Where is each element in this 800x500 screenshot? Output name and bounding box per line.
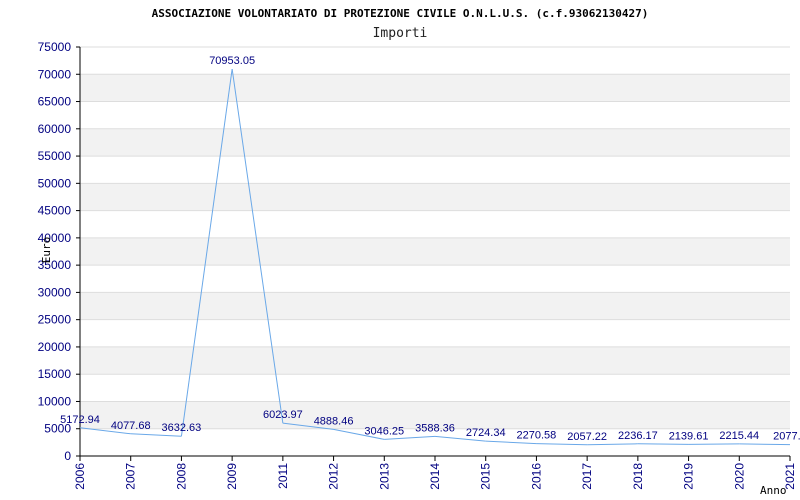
x-tick-label: 2007 <box>124 463 138 490</box>
x-tick-label: 2011 <box>276 463 290 489</box>
plot-band <box>80 346 790 375</box>
data-label: 2724.34 <box>466 427 506 439</box>
x-tick-label: 2018 <box>631 463 645 490</box>
y-tick-label: 50000 <box>38 176 72 190</box>
data-label: 2057.22 <box>567 431 607 443</box>
data-label: 2236.17 <box>618 430 658 442</box>
y-tick-label: 30000 <box>38 285 72 299</box>
line-chart: ASSOCIAZIONE VOLONTARIATO DI PROTEZIONE … <box>38 7 800 497</box>
x-tick-label: 2017 <box>580 463 594 490</box>
chart-subtitle: Importi <box>373 26 428 41</box>
y-tick-label: 0 <box>64 449 71 463</box>
chart-title: ASSOCIAZIONE VOLONTARIATO DI PROTEZIONE … <box>152 7 649 20</box>
x-tick-label: 2020 <box>732 463 746 490</box>
series-segment <box>739 443 791 446</box>
x-axis-ticks: 2006 2007 2008 2009 2011 2012 2013 2014 2015 2016… <box>73 456 797 490</box>
data-label: 5172.94 <box>60 414 100 426</box>
data-label: 2270.58 <box>517 430 557 442</box>
y-tick-label: 20000 <box>38 340 72 354</box>
series-segment <box>637 443 689 445</box>
series-segment <box>587 443 638 446</box>
plot-band <box>80 183 790 211</box>
plot-band <box>80 237 790 266</box>
data-label: 4077.68 <box>111 420 151 432</box>
y-tick-label: 15000 <box>38 367 72 381</box>
data-label: 3046.25 <box>364 425 404 437</box>
data-label: 3588.36 <box>415 422 455 434</box>
data-label: 3632.63 <box>162 422 202 434</box>
y-tick-label: 75000 <box>38 40 72 54</box>
data-label: 70953.05 <box>209 55 255 67</box>
y-tick-label: 10000 <box>38 394 72 408</box>
y-tick-label: 45000 <box>38 204 72 218</box>
plot-band <box>80 74 790 102</box>
y-tick-label: 65000 <box>38 95 72 109</box>
data-label: 4888.46 <box>314 415 354 427</box>
x-tick-label: 2019 <box>682 463 696 490</box>
x-tick-label: 2014 <box>428 463 442 490</box>
x-tick-label: 2012 <box>327 463 341 490</box>
x-tick-label: 2008 <box>174 463 188 490</box>
plot-band <box>80 292 790 320</box>
y-tick-label: 55000 <box>38 149 72 163</box>
x-tick-label: 2006 <box>73 463 87 490</box>
data-label: 2215.44 <box>719 430 759 442</box>
y-tick-label: 70000 <box>38 67 72 81</box>
data-label: 2139.61 <box>669 430 709 442</box>
x-tick-label: 2015 <box>479 463 493 490</box>
plot-background-bands <box>80 74 790 429</box>
x-tick-label: 2009 <box>225 463 239 490</box>
series-segment <box>536 443 588 446</box>
x-tick-label: 2016 <box>529 463 543 490</box>
y-tick-label: 25000 <box>38 313 72 327</box>
data-label: 2077.5 <box>773 431 800 443</box>
x-tick-label: 2013 <box>377 463 391 490</box>
y-tick-label: 60000 <box>38 122 72 136</box>
y-axis-label: Euro <box>40 237 53 264</box>
x-axis-label: Anno <box>760 484 787 497</box>
plot-band <box>80 128 790 157</box>
data-label: 6023.97 <box>263 409 303 421</box>
